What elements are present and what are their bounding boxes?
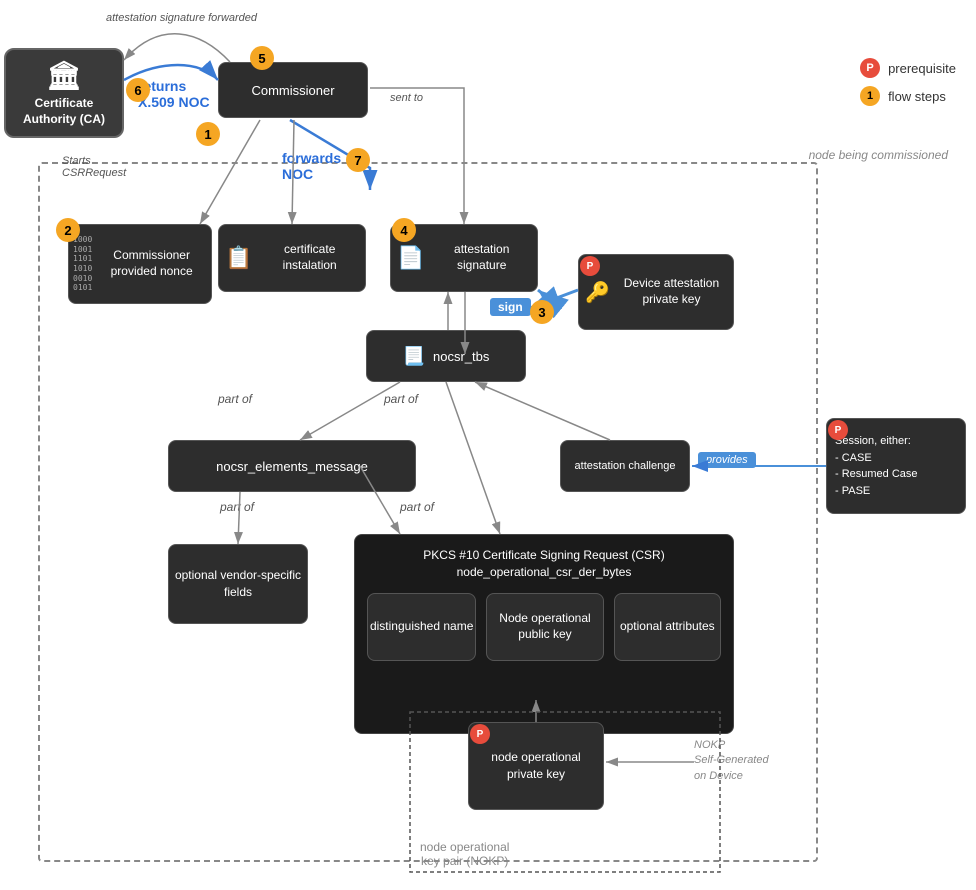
pkcs10-inner-row: distinguished name Node operational publ… bbox=[367, 593, 721, 661]
attest-sig-icon: 📄 bbox=[397, 245, 424, 271]
part-of-4: part of bbox=[400, 500, 434, 514]
attestation-forwarded-label: attestation signature forwarded bbox=[106, 12, 257, 24]
badge-7: 7 bbox=[346, 148, 370, 172]
nocsr-tbs-label: nocsr_tbs bbox=[433, 349, 489, 364]
cert-icon: 📋 bbox=[225, 245, 252, 271]
ca-box: 🏛 CertificateAuthority (CA) bbox=[4, 48, 124, 138]
doc-icon: 📃 bbox=[403, 346, 425, 367]
badge-3: 3 bbox=[530, 300, 554, 324]
attest-challenge-box: attestation challenge bbox=[560, 440, 690, 492]
starts-csr-label: StartsCSRRequest bbox=[62, 155, 126, 179]
attest-challenge-label: attestation challenge bbox=[575, 459, 676, 473]
nocsr-elements-label: nocsr_elements_message bbox=[216, 459, 368, 474]
session-label: Session, either:- CASE- Resumed Case- PA… bbox=[835, 433, 918, 499]
cert-install-label: certificate instalation bbox=[260, 242, 359, 273]
nokp-self-generated-label: NOKPSelf-Generatedon Device bbox=[694, 738, 769, 784]
optional-attrs-label: optional attributes bbox=[620, 619, 715, 635]
forwards-label: forwardsNOC bbox=[282, 150, 341, 182]
binary-data: 100010011101101000100101 bbox=[73, 235, 92, 293]
prereq-badge-2: P bbox=[828, 420, 848, 440]
nokp-label: node operationalkey pair (NOKP) bbox=[420, 840, 509, 868]
badge-4: 4 bbox=[392, 218, 416, 242]
distinguished-name-label: distinguished name bbox=[370, 619, 473, 635]
provides-label: provides bbox=[698, 452, 756, 468]
badge-2: 2 bbox=[56, 218, 80, 242]
forwards-noc-label: forwardsNOC bbox=[282, 150, 341, 182]
badge-6: 6 bbox=[126, 78, 150, 102]
legend-flow-badge: 1 bbox=[860, 86, 880, 106]
cert-install-box: 📋 certificate instalation bbox=[218, 224, 366, 292]
device-attest-box: 🔑 Device attestation private key bbox=[578, 254, 734, 330]
legend-flow-label: flow steps bbox=[888, 89, 946, 104]
diagram-container: P prerequisite 1 flow steps node being c… bbox=[0, 0, 976, 890]
legend-prereq-badge: P bbox=[860, 58, 880, 78]
attestation-sig-label: attestation signature bbox=[432, 242, 531, 273]
sign-label: sign bbox=[490, 298, 531, 316]
prereq-badge-1: P bbox=[580, 256, 600, 276]
prereq-badge-3: P bbox=[470, 724, 490, 744]
legend-prerequisite: P prerequisite bbox=[860, 58, 956, 78]
legend: P prerequisite 1 flow steps bbox=[860, 58, 956, 106]
part-of-3: part of bbox=[220, 500, 254, 514]
nocsr-elements-box: nocsr_elements_message bbox=[168, 440, 416, 492]
badge-5: 5 bbox=[250, 46, 274, 70]
commissioner-label: Commissioner bbox=[251, 83, 334, 98]
vendor-fields-box: optional vendor-specific fields bbox=[168, 544, 308, 624]
vendor-fields-label: optional vendor-specific fields bbox=[169, 567, 307, 601]
nocsr-tbs-box: 📃 nocsr_tbs bbox=[366, 330, 526, 382]
node-op-pubkey-box: Node operational public key bbox=[486, 593, 603, 661]
sent-to-label: sent to bbox=[390, 92, 423, 104]
node-op-privkey-label: node operational private key bbox=[477, 749, 595, 783]
commissioner-box: Commissioner bbox=[218, 62, 368, 118]
legend-flow-steps: 1 flow steps bbox=[860, 86, 956, 106]
legend-prerequisite-label: prerequisite bbox=[888, 61, 956, 76]
key-icon: 🔑 bbox=[585, 280, 610, 305]
optional-attrs-box: optional attributes bbox=[614, 593, 721, 661]
nonce-label: Commissioner provided nonce bbox=[96, 248, 207, 279]
pkcs10-label: PKCS #10 Certificate Signing Request (CS… bbox=[367, 547, 721, 581]
badge-1: 1 bbox=[196, 122, 220, 146]
part-of-1: part of bbox=[218, 392, 252, 406]
ca-label: CertificateAuthority (CA) bbox=[23, 96, 105, 127]
pkcs10-box: PKCS #10 Certificate Signing Request (CS… bbox=[354, 534, 734, 734]
node-op-pubkey-label: Node operational public key bbox=[487, 611, 602, 642]
device-attest-label: Device attestation private key bbox=[616, 276, 727, 307]
ca-icon: 🏛 bbox=[46, 59, 82, 92]
region-label: node being commissioned bbox=[809, 148, 948, 162]
nonce-box: 100010011101101000100101 Commissioner pr… bbox=[68, 224, 212, 304]
part-of-2: part of bbox=[384, 392, 418, 406]
distinguished-name-box: distinguished name bbox=[367, 593, 476, 661]
